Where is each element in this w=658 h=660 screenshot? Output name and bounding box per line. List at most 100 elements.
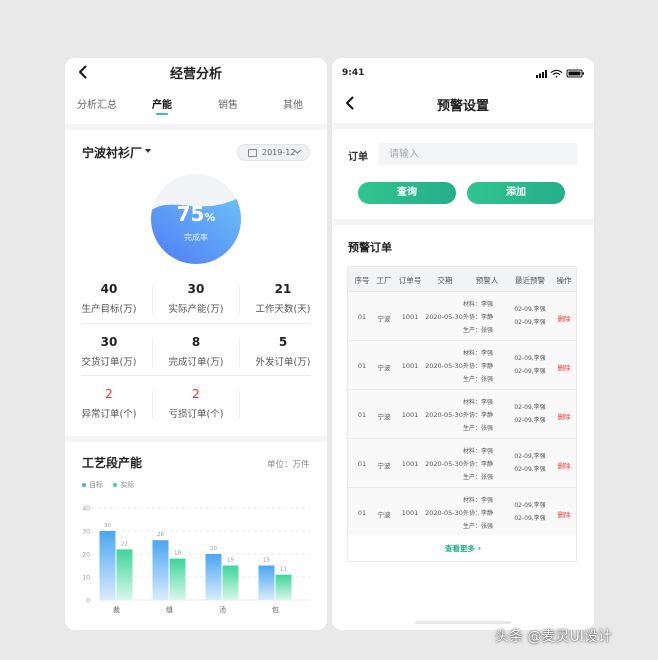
stat-outsourced-orders: 5 外发订单(万) bbox=[255, 335, 311, 368]
table-row: 01 宁波 1001 2020-05-30 材料：李强 外协：李静 生产：张强 02-09,李… bbox=[348, 340, 576, 388]
legend-item-actual: 实际 bbox=[113, 481, 134, 489]
delete-link[interactable]: 删除 bbox=[554, 509, 574, 519]
bar-target bbox=[152, 540, 169, 600]
legend-dot-icon bbox=[113, 483, 118, 487]
y-tick-label: 10 bbox=[82, 575, 90, 582]
cell-date: 2020-05-30 bbox=[425, 509, 463, 517]
stat-working-days: 21 工作天数(天) bbox=[255, 282, 311, 315]
battery-icon bbox=[566, 69, 584, 78]
calendar-icon bbox=[248, 149, 257, 157]
cell-responsible: 材料：李强 外协：李静 生产：张强 bbox=[463, 448, 494, 481]
cell-factory: 宁波 bbox=[377, 315, 391, 323]
y-tick-label: 0 bbox=[86, 598, 90, 605]
cell-date: 2020-05-30 bbox=[425, 313, 463, 321]
signal-icon bbox=[536, 70, 547, 78]
col-header: 工厂 bbox=[376, 276, 392, 285]
tab-capacity[interactable]: 产能 bbox=[132, 96, 192, 111]
cell-factory: 宁波 bbox=[377, 364, 391, 372]
status-icons bbox=[536, 69, 584, 78]
bar-actual bbox=[116, 549, 133, 600]
legend-dot-icon bbox=[82, 483, 86, 487]
tab-sales[interactable]: 销售 bbox=[198, 96, 258, 111]
data-label: 15 bbox=[227, 558, 234, 564]
x-tick-label: 裁 bbox=[113, 605, 120, 614]
nav-bar: 经营分析 bbox=[65, 58, 327, 86]
cell-date: 2020-05-30 bbox=[425, 362, 463, 370]
delete-link[interactable]: 删除 bbox=[554, 460, 574, 470]
stat-production-target: 40 生产目标(万) bbox=[81, 282, 137, 315]
col-header: 预警人 bbox=[475, 276, 499, 285]
data-label: 30 bbox=[104, 523, 111, 529]
home-indicator bbox=[415, 621, 511, 624]
y-tick-label: 20 bbox=[82, 552, 90, 559]
bar-target bbox=[258, 565, 275, 600]
table-header: 序号 工厂 订单号 交期 预警人 最近预警 操作 bbox=[348, 267, 576, 291]
active-tab-indicator bbox=[156, 113, 168, 115]
cell-responsible: 材料：李强 外协：李静 生产：张强 bbox=[463, 301, 494, 334]
chart-legend: 目标 实际 bbox=[82, 480, 142, 490]
chevron-right-icon: › bbox=[477, 544, 482, 554]
completion-rate-value: 75% bbox=[176, 202, 216, 226]
stat-loss-orders[interactable]: 2 亏损订单(个) bbox=[152, 387, 240, 420]
status-time: 9:41 bbox=[342, 68, 365, 78]
table-row: 01 宁波 1001 2020-05-30 材料：李强 外协：李静 生产：张强 02-09,李… bbox=[348, 291, 576, 339]
date-picker[interactable]: 2019-12 bbox=[237, 144, 310, 161]
business-analysis-screen: 经营分析 分析汇总 产能 销售 其他 宁波衬衫厂 2019-12 75% 完成率… bbox=[65, 58, 327, 630]
data-label: 15 bbox=[263, 558, 270, 564]
divider bbox=[82, 375, 310, 376]
stat-abnormal-orders[interactable]: 2 异常订单(个) bbox=[65, 387, 153, 420]
section-gap bbox=[65, 436, 327, 442]
col-header: 最近预警 bbox=[515, 276, 545, 285]
cell-recent-alerts: 02-09,李强 02-09,李强 bbox=[514, 453, 546, 473]
factory-selector[interactable]: 宁波衬衫厂 bbox=[82, 144, 142, 161]
cell-responsible: 材料：李强 外协：李静 生产：张强 bbox=[463, 399, 494, 432]
unit-label: 单位：万件 bbox=[267, 460, 310, 470]
page-title: 经营分析 bbox=[169, 67, 222, 82]
divider bbox=[152, 391, 153, 419]
cell-recent-alerts: 02-09,李强 02-09,李强 bbox=[514, 355, 546, 375]
order-input[interactable] bbox=[378, 143, 577, 165]
divider bbox=[152, 286, 153, 314]
cell-recent-alerts: 02-09,李强 02-09,李强 bbox=[514, 306, 546, 326]
divider bbox=[152, 339, 153, 367]
divider bbox=[82, 323, 310, 324]
table-row: 01 宁波 1001 2020-05-30 材料：李强 外协：李静 生产：张强 02-09,李… bbox=[348, 487, 576, 535]
table-row: 01 宁波 1001 2020-05-30 材料：李强 外协：李静 生产：张强 02-09,李… bbox=[348, 389, 576, 437]
view-more-link[interactable]: 查看更多 › bbox=[348, 543, 576, 554]
tab-other[interactable]: 其他 bbox=[263, 96, 323, 111]
tab-summary[interactable]: 分析汇总 bbox=[67, 96, 127, 111]
delete-link[interactable]: 删除 bbox=[554, 411, 574, 421]
cell-date: 2020-05-30 bbox=[425, 460, 463, 468]
add-button[interactable]: 添加 bbox=[467, 182, 565, 204]
stat-delivery-orders: 30 交货订单(万) bbox=[81, 335, 137, 368]
page-title: 预警设置 bbox=[436, 99, 489, 114]
process-capacity-chart: 0 10 20 30 40 30 22 裁 26 18 缝 20 15 汤 15 11 包 bbox=[82, 506, 310, 614]
delete-link[interactable]: 删除 bbox=[554, 362, 574, 372]
stat-actual-capacity: 30 实际产能(万) bbox=[168, 282, 224, 315]
y-tick-label: 40 bbox=[82, 506, 90, 513]
table-row: 01 宁波 1001 2020-05-30 材料：李强 外协：李静 生产：张强 02-09,李… bbox=[348, 438, 576, 486]
bar-target bbox=[205, 554, 222, 600]
cell-recent-alerts: 02-09,李强 02-09,李强 bbox=[514, 404, 546, 424]
bar-actual bbox=[222, 565, 239, 600]
section-gap bbox=[65, 124, 327, 130]
col-header: 操作 bbox=[556, 276, 572, 285]
completion-rate-label: 完成率 bbox=[184, 233, 208, 242]
cell-recent-alerts: 02-09,李强 02-09,李强 bbox=[514, 502, 546, 522]
process-capacity-title: 工艺段产能 bbox=[82, 456, 143, 470]
x-tick-label: 缝 bbox=[166, 605, 173, 614]
wifi-icon bbox=[550, 69, 563, 78]
col-header: 交期 bbox=[437, 276, 453, 285]
query-button[interactable]: 查询 bbox=[358, 182, 456, 204]
col-header: 订单号 bbox=[398, 276, 422, 285]
y-tick-label: 30 bbox=[82, 529, 90, 536]
delete-link[interactable]: 删除 bbox=[554, 313, 574, 323]
divider bbox=[239, 391, 240, 419]
alert-orders-table: 序号 工厂 订单号 交期 预警人 最近预警 操作 01 宁波 1001 2020-05… bbox=[347, 266, 577, 562]
divider bbox=[239, 339, 240, 367]
date-value: 2019-12 bbox=[262, 148, 296, 157]
caret-down-icon[interactable] bbox=[145, 149, 151, 153]
data-label: 20 bbox=[210, 546, 217, 552]
bar-target bbox=[99, 531, 116, 600]
section-gap bbox=[332, 219, 594, 225]
